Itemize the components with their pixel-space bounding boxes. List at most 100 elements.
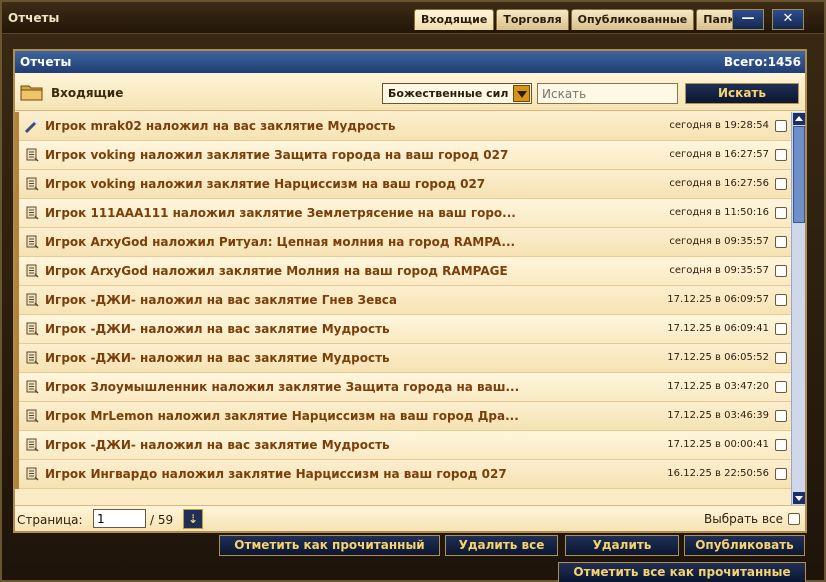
row-edge xyxy=(15,228,19,257)
search-input[interactable] xyxy=(537,83,678,104)
message-subject[interactable]: Игрок -ДЖИ- наложил на вас заклятие Мудр… xyxy=(45,438,565,452)
folder-icon xyxy=(20,85,43,101)
mark-all-read-button[interactable]: Отметить все как прочитанные xyxy=(558,562,806,582)
toolbar: Входящие Божественные сил Искать xyxy=(15,73,805,111)
message-subject[interactable]: Игрок -ДЖИ- наложил на вас заклятие Мудр… xyxy=(45,322,565,336)
scroll-icon xyxy=(24,408,40,424)
message-checkbox[interactable] xyxy=(775,120,787,132)
message-subject[interactable]: Игрок mrak02 наложил на вас заклятие Муд… xyxy=(45,119,565,133)
message-checkbox[interactable] xyxy=(775,410,787,422)
message-subject[interactable]: Игрок MrLemon наложил заклятие Нарциссиз… xyxy=(45,409,565,423)
row-edge xyxy=(15,460,19,489)
panel-header: Отчеты Всего:1456 xyxy=(15,51,805,73)
row-edge xyxy=(15,112,19,141)
scroll-icon xyxy=(24,437,40,453)
message-row[interactable]: Игрок voking наложил заклятие Нарциссизм… xyxy=(15,170,791,199)
scroll-down-icon[interactable] xyxy=(793,492,805,504)
scroll-icon xyxy=(24,379,40,395)
message-checkbox[interactable] xyxy=(775,352,787,364)
message-date: сегодня в 16:27:57 xyxy=(669,149,769,160)
message-checkbox[interactable] xyxy=(775,468,787,480)
tab-bar: Входящие Торговля Опубликованные Папки xyxy=(414,9,750,30)
message-subject[interactable]: Игрок ArxyGod наложил Ритуал: Цепная мол… xyxy=(45,235,565,249)
message-row[interactable]: Игрок ArxyGod наложил Ритуал: Цепная мол… xyxy=(15,228,791,257)
scroll-icon xyxy=(24,234,40,250)
message-date: 17.12.25 в 06:09:41 xyxy=(667,323,769,334)
row-edge xyxy=(15,315,19,344)
message-row[interactable]: Игрок -ДЖИ- наложил на вас заклятие Гнев… xyxy=(15,286,791,315)
message-checkbox[interactable] xyxy=(775,207,787,219)
message-subject[interactable]: Игрок -ДЖИ- наложил на вас заклятие Гнев… xyxy=(45,293,565,307)
message-date: 17.12.25 в 03:46:39 xyxy=(667,410,769,421)
message-checkbox[interactable] xyxy=(775,439,787,451)
page-total: / 59 xyxy=(150,513,174,527)
row-edge xyxy=(15,286,19,315)
row-edge xyxy=(15,257,19,286)
message-row[interactable]: Игрок mrak02 наложил на вас заклятие Муд… xyxy=(15,112,791,141)
scroll-up-icon[interactable] xyxy=(793,113,805,125)
publish-button[interactable]: Опубликовать xyxy=(684,535,805,556)
message-subject[interactable]: Игрок ArxyGod наложил заклятие Молния на… xyxy=(45,264,565,278)
minimize-icon: — xyxy=(741,11,755,26)
reports-panel: Отчеты Всего:1456 Входящие Божественные … xyxy=(13,49,807,533)
close-icon: ✕ xyxy=(782,11,794,26)
tab-trade[interactable]: Торговля xyxy=(496,9,569,30)
reports-window: Отчеты Входящие Торговля Опубликованные … xyxy=(0,0,826,582)
delete-all-button[interactable]: Удалить все xyxy=(445,535,558,556)
message-subject[interactable]: Игрок voking наложил заклятие Защита гор… xyxy=(45,148,565,162)
select-all-label: Выбрать все xyxy=(703,512,783,526)
row-edge xyxy=(15,344,19,373)
select-all-checkbox[interactable] xyxy=(788,513,800,525)
scroll-icon xyxy=(24,350,40,366)
mark-read-button[interactable]: Отметить как прочитанный xyxy=(219,535,440,556)
scroll-icon xyxy=(24,176,40,192)
scroll-thumb[interactable] xyxy=(793,126,805,223)
row-edge xyxy=(15,170,19,199)
scrollbar[interactable] xyxy=(791,112,805,505)
message-subject[interactable]: Игрок -ДЖИ- наложил на вас заклятие Мудр… xyxy=(45,351,565,365)
message-checkbox[interactable] xyxy=(775,236,787,248)
message-subject[interactable]: Игрок 111AAA111 наложил заклятие Землетр… xyxy=(45,206,565,220)
message-subject[interactable]: Игрок Ингвардо наложил заклятие Нарцисси… xyxy=(45,467,565,481)
message-date: 17.12.25 в 03:47:20 xyxy=(667,381,769,392)
tab-inbox[interactable]: Входящие xyxy=(414,9,495,30)
chevron-down-icon[interactable] xyxy=(513,85,530,102)
message-date: сегодня в 09:35:57 xyxy=(669,236,769,247)
message-subject[interactable]: Игрок voking наложил заклятие Нарциссизм… xyxy=(45,177,565,191)
page-number-input[interactable] xyxy=(93,509,146,528)
page-label: Страница: xyxy=(17,513,83,527)
message-row[interactable]: Игрок -ДЖИ- наложил на вас заклятие Мудр… xyxy=(15,315,791,344)
message-date: 17.12.25 в 06:09:57 xyxy=(667,294,769,305)
delete-button[interactable]: Удалить xyxy=(565,535,679,556)
scroll-icon xyxy=(24,147,40,163)
search-button[interactable]: Искать xyxy=(685,83,799,104)
scroll-icon xyxy=(24,321,40,337)
scroll-icon xyxy=(24,466,40,482)
message-row[interactable]: Игрок -ДЖИ- наложил на вас заклятие Мудр… xyxy=(15,431,791,460)
message-row[interactable]: Игрок 111AAA111 наложил заклятие Землетр… xyxy=(15,199,791,228)
message-row[interactable]: Игрок Ингвардо наложил заклятие Нарцисси… xyxy=(15,460,791,489)
message-row[interactable]: Игрок -ДЖИ- наложил на вас заклятие Мудр… xyxy=(15,344,791,373)
list-footer: Страница: / 59 ⇣ Выбрать все xyxy=(15,505,805,531)
tab-published[interactable]: Опубликованные xyxy=(570,9,695,30)
message-row[interactable]: Игрок Злоумышленник наложил заклятие Защ… xyxy=(15,373,791,402)
row-edge xyxy=(15,431,19,460)
page-go-icon[interactable]: ⇣ xyxy=(183,509,203,529)
message-row[interactable]: Игрок ArxyGod наложил заклятие Молния на… xyxy=(15,257,791,286)
message-checkbox[interactable] xyxy=(775,265,787,277)
message-date: 16.12.25 в 22:50:56 xyxy=(667,468,769,479)
message-checkbox[interactable] xyxy=(775,294,787,306)
close-button[interactable]: ✕ xyxy=(772,9,804,30)
message-list: Игрок mrak02 наложил на вас заклятие Муд… xyxy=(15,112,791,505)
message-row[interactable]: Игрок voking наложил заклятие Защита гор… xyxy=(15,141,791,170)
scroll-icon xyxy=(24,263,40,279)
message-checkbox[interactable] xyxy=(775,381,787,393)
message-checkbox[interactable] xyxy=(775,178,787,190)
minimize-button[interactable]: — xyxy=(732,9,764,30)
message-checkbox[interactable] xyxy=(775,149,787,161)
current-folder-label: Входящие xyxy=(51,86,124,100)
message-subject[interactable]: Игрок Злоумышленник наложил заклятие Защ… xyxy=(45,380,565,394)
message-checkbox[interactable] xyxy=(775,323,787,335)
filter-select[interactable]: Божественные сил xyxy=(382,83,532,104)
message-row[interactable]: Игрок MrLemon наложил заклятие Нарциссиз… xyxy=(15,402,791,431)
